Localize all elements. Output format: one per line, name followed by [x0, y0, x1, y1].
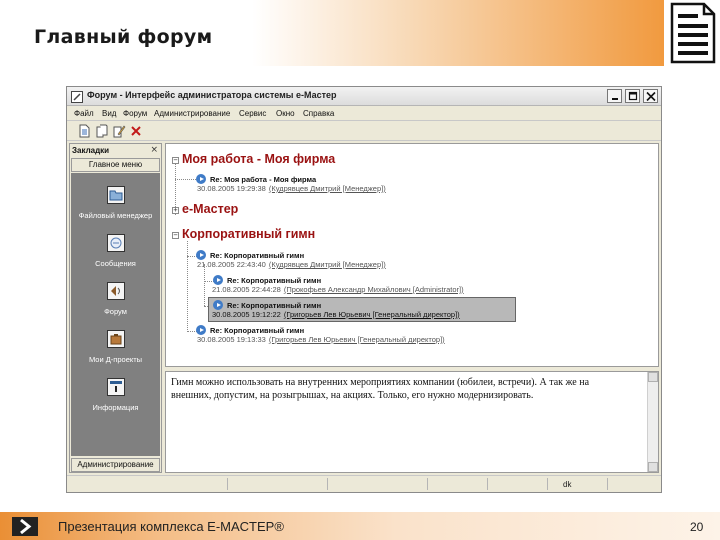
delete-icon[interactable]	[129, 124, 143, 138]
edit-icon[interactable]	[112, 124, 126, 138]
message-icon	[196, 174, 206, 184]
thread-tree: − Моя работа - Моя фирма Re: Моя работа …	[165, 143, 659, 367]
app-window: Форум - Интерфейс администратора системы…	[66, 86, 662, 493]
sidebar-item-forum[interactable]: Форум	[71, 282, 160, 326]
minimize-button[interactable]	[607, 89, 622, 103]
status-user: dk	[563, 480, 572, 489]
message-author[interactable]: (Григорьев Лев Юрьевич [Генеральный дире…	[269, 335, 445, 344]
topic-title[interactable]: e-Мастер	[182, 202, 238, 216]
message-datetime: 30.08.2005 19:12:22	[212, 310, 281, 319]
status-divider	[487, 478, 488, 490]
sidebar-item-file-manager[interactable]: Файловый менеджер	[71, 186, 160, 230]
sidebar-item-information[interactable]: Информация	[71, 378, 160, 422]
message-meta: 30.08.2005 19:29:38 (Кудрявцев Дмитрий [М…	[197, 184, 386, 193]
folder-icon	[107, 186, 125, 204]
message-subject[interactable]: Re: Корпоративный гимн	[210, 326, 304, 335]
topic-title[interactable]: Моя работа - Моя фирма	[182, 152, 335, 166]
message-author[interactable]: (Кудрявцев Дмитрий [Менеджер])	[269, 260, 386, 269]
bookmarks-sidebar: Закладки × Главное меню Файловый менедже…	[69, 143, 162, 473]
preview-text: Гимн можно использовать на внутренних ме…	[171, 377, 590, 401]
sidebar-item-label: Сообщения	[95, 259, 136, 268]
menu-service[interactable]: Сервис	[239, 109, 266, 118]
projects-icon	[107, 330, 125, 348]
main-menu-button[interactable]: Главное меню	[71, 158, 160, 172]
message-icon	[213, 275, 223, 285]
menu-bar: Файл Вид Форум Администрирование Сервис …	[67, 106, 661, 121]
message-author[interactable]: (Прокофьев Александр Михайлович [Adminis…	[284, 285, 464, 294]
scroll-up-icon[interactable]	[648, 372, 658, 382]
tree-line	[204, 264, 205, 306]
sidebar-item-label: Файловый менеджер	[78, 211, 153, 220]
menu-file[interactable]: Файл	[74, 109, 94, 118]
message-meta: 21.08.2005 22:44:28 (Прокофьев Александр …	[212, 285, 464, 294]
menu-forum[interactable]: Форум	[123, 109, 147, 118]
menu-view[interactable]: Вид	[102, 109, 116, 118]
message-author[interactable]: (Кудрявцев Дмитрий [Менеджер])	[269, 184, 386, 193]
footer-text: Презентация комплекса E-MACTEP®	[58, 519, 284, 534]
status-divider	[227, 478, 228, 490]
message-subject[interactable]: Re: Моя работа - Моя фирма	[210, 175, 316, 184]
message-icon	[196, 325, 206, 335]
tree-line	[175, 179, 196, 180]
message-subject[interactable]: Re: Корпоративный гимн	[227, 276, 321, 285]
message-datetime: 21.08.2005 22:43:40	[197, 260, 266, 269]
message-datetime: 21.08.2005 22:44:28	[212, 285, 281, 294]
message-author[interactable]: (Григорьев Лев Юрьевич [Генеральный дире…	[284, 310, 460, 319]
tree-line	[187, 241, 188, 332]
forum-icon	[107, 282, 125, 300]
message-datetime: 30.08.2005 19:29:38	[197, 184, 266, 193]
app-icon	[71, 90, 83, 103]
arrow-right-icon	[12, 517, 38, 536]
collapse-toggle-icon[interactable]: −	[172, 232, 179, 239]
message-subject[interactable]: Re: Корпоративный гимн	[210, 251, 304, 260]
scroll-down-icon[interactable]	[648, 462, 658, 472]
status-divider	[607, 478, 608, 490]
info-icon	[107, 378, 125, 396]
menu-help[interactable]: Справка	[303, 109, 334, 118]
message-icon	[213, 300, 223, 310]
collapse-toggle-icon[interactable]: −	[172, 157, 179, 164]
status-divider	[427, 478, 428, 490]
slide-footer: Презентация комплекса E-MACTEP® 20	[0, 512, 720, 540]
topic-title[interactable]: Корпоративный гимн	[182, 227, 315, 241]
slide-title: Главный форум	[34, 26, 213, 48]
message-preview[interactable]: Гимн можно использовать на внутренних ме…	[165, 371, 659, 473]
expand-toggle-icon[interactable]: +	[172, 207, 179, 214]
messages-icon	[107, 234, 125, 252]
copy-icon[interactable]	[95, 124, 109, 138]
menu-window[interactable]: Окно	[276, 109, 295, 118]
vertical-scrollbar[interactable]	[647, 372, 658, 472]
message-datetime: 30.08.2005 19:13:33	[197, 335, 266, 344]
sidebar-panel: Файловый менеджер Сообщения Форум Мои Д-…	[71, 173, 160, 456]
message-meta: 21.08.2005 22:43:40 (Кудрявцев Дмитрий [М…	[197, 260, 386, 269]
sidebar-item-projects[interactable]: Мои Д-проекты	[71, 330, 160, 374]
toolbar	[67, 121, 661, 141]
status-bar: dk	[67, 475, 661, 492]
sidebar-header: Закладки	[72, 146, 110, 155]
message-meta: 30.08.2005 19:12:22 (Григорьев Лев Юрьеви…	[212, 310, 460, 319]
close-button[interactable]	[643, 89, 658, 103]
window-title: Форум - Интерфейс администратора системы…	[87, 90, 337, 100]
slide-header: Главный форум	[0, 0, 664, 66]
menu-administration[interactable]: Администрирование	[154, 109, 230, 118]
message-icon	[196, 250, 206, 260]
message-meta: 30.08.2005 19:13:33 (Григорьев Лев Юрьеви…	[197, 335, 445, 344]
message-subject[interactable]: Re: Корпоративный гимн	[227, 301, 321, 310]
sidebar-item-messages[interactable]: Сообщения	[71, 234, 160, 278]
page-number: 20	[690, 520, 704, 534]
status-divider	[547, 478, 548, 490]
sidebar-item-label: Мои Д-проекты	[88, 355, 143, 364]
new-document-icon[interactable]	[77, 124, 91, 138]
document-icon	[664, 0, 720, 66]
window-titlebar[interactable]: Форум - Интерфейс администратора системы…	[67, 87, 661, 106]
sidebar-item-label: Информация	[92, 403, 139, 412]
maximize-button[interactable]	[625, 89, 640, 103]
administration-button[interactable]: Администрирование	[71, 458, 160, 472]
sidebar-close-icon[interactable]: ×	[150, 145, 158, 155]
sidebar-item-label: Форум	[104, 307, 127, 316]
status-divider	[327, 478, 328, 490]
